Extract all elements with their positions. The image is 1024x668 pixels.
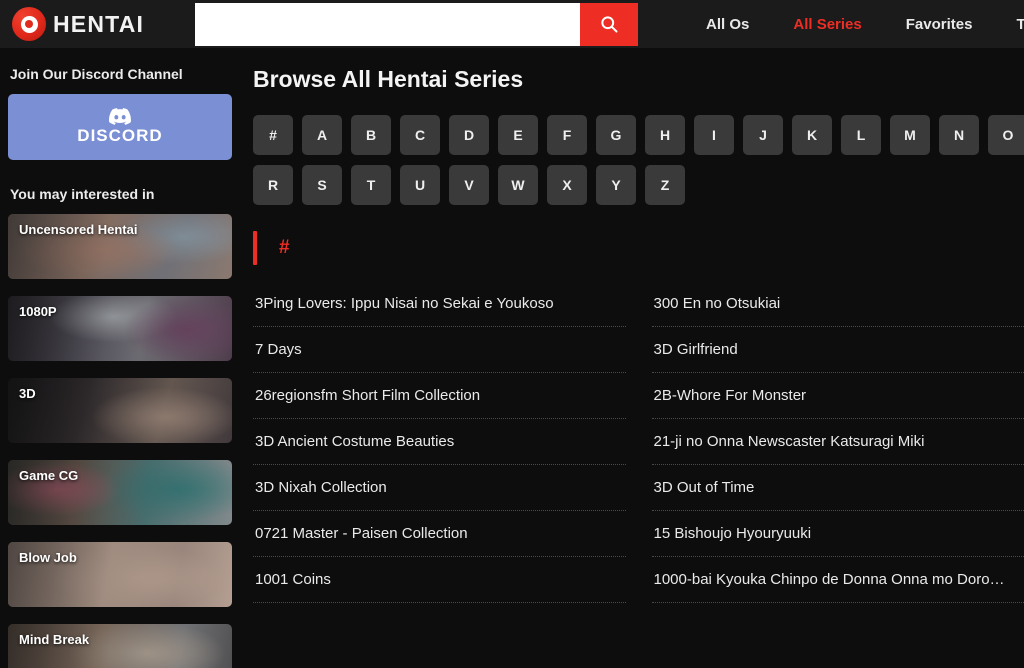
- logo-text: HENTAI: [53, 10, 145, 37]
- category-card-label: 1080P: [19, 304, 57, 319]
- alpha-button-d[interactable]: D: [449, 115, 489, 155]
- nav-item-all-series[interactable]: All Series: [771, 16, 883, 33]
- alpha-button-j[interactable]: J: [743, 115, 783, 155]
- alpha-button-u[interactable]: U: [400, 165, 440, 205]
- alpha-button-z[interactable]: Z: [645, 165, 685, 205]
- alpha-button-m[interactable]: M: [890, 115, 930, 155]
- alpha-button-g[interactable]: G: [596, 115, 636, 155]
- category-card-label: Game CG: [19, 468, 79, 483]
- category-card-label: 3D: [19, 386, 36, 401]
- series-list-item[interactable]: 300 En no Otsukiai: [651, 281, 1024, 327]
- section-accent-bar: [253, 231, 257, 265]
- alpha-button-a[interactable]: A: [302, 115, 342, 155]
- alpha-button-w[interactable]: W: [498, 165, 538, 205]
- discord-logo-icon: [109, 108, 131, 125]
- category-card-list: Uncensored Hentai 1080P 3D Game CG Blow …: [8, 214, 237, 668]
- alpha-button-t[interactable]: T: [351, 165, 391, 205]
- series-list-item[interactable]: 15 Bishoujo Hyouryuuki: [651, 511, 1024, 557]
- alpha-button-r[interactable]: R: [253, 165, 293, 205]
- alpha-button-o[interactable]: O: [988, 115, 1024, 155]
- discord-button-label: DISCORD: [77, 126, 163, 145]
- series-list: 3Ping Lovers: Ippu Nisai no Sekai e Youk…: [253, 281, 1024, 603]
- series-list-item[interactable]: 3Ping Lovers: Ippu Nisai no Sekai e Youk…: [253, 281, 626, 327]
- alpha-button-l[interactable]: L: [841, 115, 881, 155]
- card-thumbnail: [8, 378, 232, 443]
- alpha-button-f[interactable]: F: [547, 115, 587, 155]
- series-list-item[interactable]: 1001 Coins: [253, 557, 626, 603]
- alpha-button-hash[interactable]: #: [253, 115, 293, 155]
- alpha-button-i[interactable]: I: [694, 115, 734, 155]
- discord-join-button[interactable]: DISCORD: [8, 94, 232, 160]
- nav-item-all-os[interactable]: All Os: [684, 16, 771, 33]
- alpha-button-x[interactable]: X: [547, 165, 587, 205]
- series-list-item[interactable]: 3D Nixah Collection: [253, 465, 626, 511]
- alphabet-row-2: R S T U V W X Y Z: [253, 165, 1024, 205]
- page-body: Join Our Discord Channel DISCORD You may…: [0, 48, 1024, 668]
- search-icon: [601, 16, 618, 33]
- alpha-button-n[interactable]: N: [939, 115, 979, 155]
- alphabet-filter: # A B C D E F G H I J K L M N O P Q R: [253, 115, 1024, 205]
- circle-target-icon: [12, 7, 46, 41]
- search-input[interactable]: [195, 2, 580, 46]
- alphabet-row-1: # A B C D E F G H I J K L M N O P Q: [253, 115, 1024, 155]
- alpha-button-y[interactable]: Y: [596, 165, 636, 205]
- alpha-button-c[interactable]: C: [400, 115, 440, 155]
- category-card[interactable]: Mind Break: [8, 624, 232, 668]
- series-list-item[interactable]: 7 Days: [253, 327, 626, 373]
- alpha-button-h[interactable]: H: [645, 115, 685, 155]
- series-list-item[interactable]: 3D Out of Time: [651, 465, 1024, 511]
- series-list-item[interactable]: 21-ji no Onna Newscaster Katsuragi Miki: [651, 419, 1024, 465]
- category-card-label: Uncensored Hentai: [19, 222, 138, 237]
- category-card[interactable]: 3D: [8, 378, 232, 443]
- interest-section-title: You may interested in: [10, 186, 155, 202]
- main-navigation: All Os All Series Favorites Tags: [684, 16, 1024, 33]
- category-card[interactable]: Uncensored Hentai: [8, 214, 232, 279]
- search-bar: [195, 2, 638, 46]
- page-title: Browse All Hentai Series: [253, 66, 524, 92]
- series-list-item[interactable]: 3D Girlfriend: [651, 327, 1024, 373]
- alpha-button-s[interactable]: S: [302, 165, 342, 205]
- category-card[interactable]: Blow Job: [8, 542, 232, 607]
- category-card[interactable]: Game CG: [8, 460, 232, 525]
- alpha-button-b[interactable]: B: [351, 115, 391, 155]
- nav-item-tags[interactable]: Tags: [994, 16, 1024, 33]
- search-button[interactable]: [580, 2, 638, 46]
- discord-section-title: Join Our Discord Channel: [10, 66, 183, 82]
- category-card-label: Mind Break: [19, 632, 90, 647]
- alpha-button-v[interactable]: V: [449, 165, 489, 205]
- series-list-item[interactable]: 0721 Master - Paisen Collection: [253, 511, 626, 557]
- site-logo[interactable]: HENTAI: [0, 7, 195, 41]
- series-list-item[interactable]: 26regionsfm Short Film Collection: [253, 373, 626, 419]
- alpha-button-e[interactable]: E: [498, 115, 538, 155]
- main-content: Browse All Hentai Series # A B C D E F G…: [245, 48, 1024, 668]
- category-card[interactable]: 1080P: [8, 296, 232, 361]
- section-letter: #: [279, 237, 290, 258]
- category-card-label: Blow Job: [19, 550, 77, 565]
- series-list-item[interactable]: 3D Ancient Costume Beauties: [253, 419, 626, 465]
- sidebar: Join Our Discord Channel DISCORD You may…: [0, 48, 245, 668]
- series-list-item[interactable]: 1000-bai Kyouka Chinpo de Donna Onna mo …: [651, 557, 1024, 603]
- site-header: HENTAI All Os All Series Favorites Tags: [0, 0, 1024, 48]
- nav-item-favorites[interactable]: Favorites: [884, 16, 995, 33]
- alpha-button-k[interactable]: K: [792, 115, 832, 155]
- series-list-item[interactable]: 2B-Whore For Monster: [651, 373, 1024, 419]
- section-header: #: [253, 231, 1024, 265]
